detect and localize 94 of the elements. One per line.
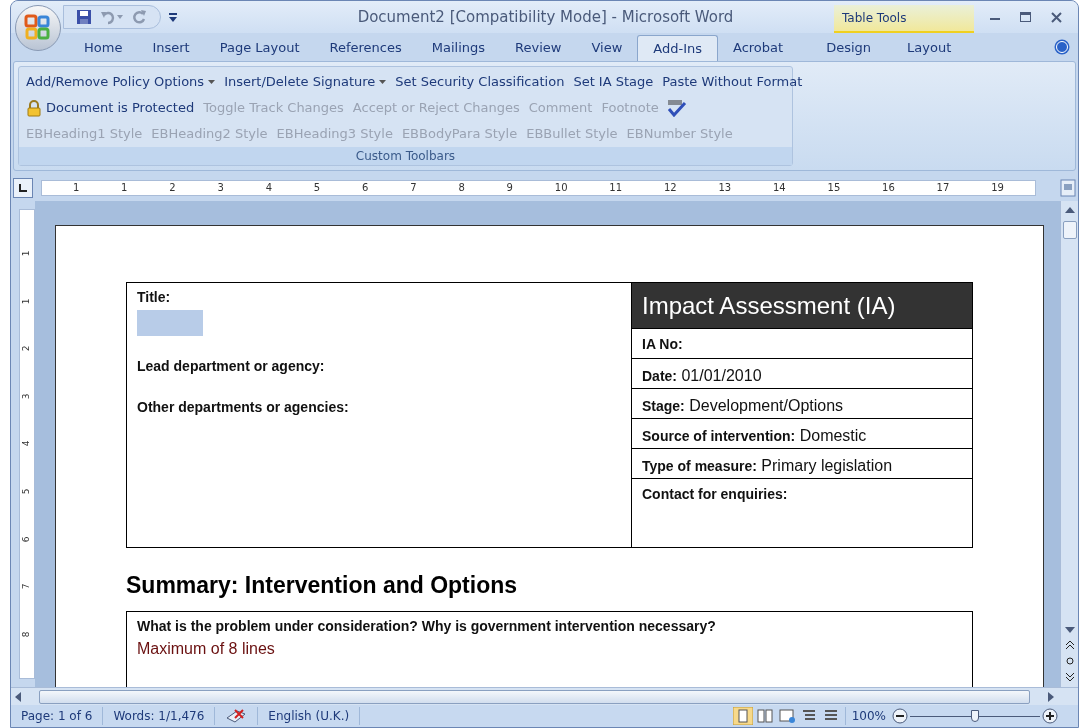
ribbon-command[interactable]: Set IA Stage xyxy=(570,72,657,92)
form-field: Type of measure: Primary legislation xyxy=(642,454,893,478)
ruler-number: 2 xyxy=(169,183,176,193)
help-icon[interactable] xyxy=(1054,39,1070,55)
ruler-number: 13 xyxy=(718,183,732,193)
ribbon-command[interactable]: Add/Remove Policy Options xyxy=(23,72,219,92)
form-field: Date: 01/01/2010 xyxy=(642,364,762,388)
print-layout-icon[interactable] xyxy=(732,707,753,725)
next-page-icon[interactable] xyxy=(1065,673,1074,681)
ruler-number: 4 xyxy=(22,441,32,447)
form-field: IA No: xyxy=(642,334,683,355)
scroll-left-icon[interactable] xyxy=(15,691,21,702)
ribbon-tab[interactable]: Review xyxy=(500,35,577,61)
zoom-out-icon[interactable] xyxy=(892,708,908,724)
ruler-number: 11 xyxy=(609,183,623,193)
ruler-number: 10 xyxy=(554,183,568,193)
ruler-number: 1 xyxy=(22,250,32,257)
field-label: Lead department or agency: xyxy=(137,357,326,376)
scroll-right-icon[interactable] xyxy=(1048,691,1054,702)
ruler-number: 1 xyxy=(72,183,80,193)
office-logo-icon xyxy=(24,14,52,42)
ribbon-command[interactable]: Insert/Delete Signature xyxy=(221,72,390,92)
page-count[interactable]: Page: 1 of 6 xyxy=(11,707,104,725)
caret-icon xyxy=(208,80,216,84)
left-tab-icon xyxy=(19,184,27,192)
form-field: Source of intervention: Domestic xyxy=(642,424,867,448)
ruler-number: 7 xyxy=(22,583,32,590)
close-icon[interactable] xyxy=(1051,11,1062,23)
ruler-number: 6 xyxy=(22,536,32,542)
ruler-number: 19 xyxy=(991,183,1004,193)
ruler-number: 3 xyxy=(22,393,32,400)
reading-layout-icon[interactable] xyxy=(754,707,775,725)
language-indicator[interactable]: English (U.K.) xyxy=(257,707,361,725)
ribbon-command[interactable]: Set Security Classification xyxy=(392,72,568,92)
ribbon-tab[interactable]: Mailings xyxy=(416,35,501,61)
proofing-icon[interactable] xyxy=(225,708,248,724)
ruler-number: 2 xyxy=(22,346,32,352)
form-field: Contact for enquiries: xyxy=(642,484,788,505)
scroll-thumb[interactable] xyxy=(1062,221,1077,239)
question-text: What is the problem under consideration? Why is government intervention necessary? xyxy=(137,616,717,636)
word-count[interactable]: Words: 1/1,476 xyxy=(103,707,216,725)
form-field: Stage: Development/Options xyxy=(642,394,844,418)
ribbon-tab[interactable]: Acrobat xyxy=(718,35,799,61)
zoom-slider-thumb[interactable] xyxy=(971,710,979,722)
office-button[interactable] xyxy=(15,5,61,51)
form-header: Impact Assessment (IA) xyxy=(642,290,896,321)
ribbon-tab[interactable]: Home xyxy=(69,35,138,61)
lock-icon xyxy=(26,99,42,117)
field-label: Other departments or agencies: xyxy=(137,398,350,417)
tab-selector-button[interactable] xyxy=(13,178,33,198)
ribbon-tab[interactable]: Design xyxy=(808,35,890,61)
window-title: Document2 [Compatibility Mode] - Microsoft Word xyxy=(357,6,734,28)
ruler-number: 8 xyxy=(22,631,32,637)
ribbon-tab[interactable]: Page Layout xyxy=(204,35,315,61)
zoom-in-icon[interactable] xyxy=(1042,708,1058,724)
scroll-down-icon[interactable] xyxy=(1064,627,1075,633)
ruler-number: 12 xyxy=(663,183,677,193)
web-layout-icon[interactable] xyxy=(776,707,797,725)
ruler-number: 14 xyxy=(772,183,786,193)
save-icon[interactable] xyxy=(76,9,92,25)
browse-object-icon[interactable] xyxy=(1065,657,1074,665)
contextual-tab-group: Table Tools xyxy=(834,5,974,33)
ruler-number: 16 xyxy=(882,183,895,193)
customize-toolbar-icon[interactable] xyxy=(169,12,177,22)
ribbon-tab[interactable]: Layout xyxy=(889,35,970,61)
field-label: Title: xyxy=(137,288,172,307)
ruler-number: 8 xyxy=(458,183,465,193)
zoom-slider[interactable] xyxy=(910,708,1040,724)
ribbon-tab[interactable]: View xyxy=(576,35,638,61)
ribbon-tab[interactable]: Add-Ins xyxy=(637,35,718,61)
caret-icon xyxy=(379,80,387,84)
maximize-icon[interactable] xyxy=(1020,12,1031,22)
ruler-number: 1 xyxy=(22,298,32,305)
ruler-number: 5 xyxy=(313,183,321,193)
previous-page-icon[interactable] xyxy=(1065,641,1074,649)
ruler-number: 1 xyxy=(121,183,128,193)
ribbon-tab[interactable]: References xyxy=(314,35,417,61)
ruler-number: 17 xyxy=(936,183,950,193)
ruler-number: 9 xyxy=(506,183,513,193)
ruler-number: 6 xyxy=(362,183,369,193)
section-heading: Summary: Intervention and Options xyxy=(126,572,518,598)
group-label: Custom Toolbars xyxy=(355,148,456,165)
ribbon-tab[interactable]: Insert xyxy=(137,35,205,61)
zoom-level[interactable]: 100% xyxy=(844,707,892,725)
answer-hint: Maximum of 8 lines xyxy=(137,638,276,659)
scroll-thumb[interactable] xyxy=(39,689,1030,704)
scroll-up-icon[interactable] xyxy=(1064,207,1075,213)
ruler-number: 15 xyxy=(827,183,841,193)
ribbon-command[interactable]: Document is Protected xyxy=(23,98,198,118)
ruler-number: 3 xyxy=(217,183,224,193)
ruler-number: 4 xyxy=(265,183,273,193)
ruler-number: 7 xyxy=(410,183,417,193)
ribbon-command[interactable]: Paste Without Format xyxy=(659,72,806,92)
ruler-number: 5 xyxy=(22,488,32,495)
